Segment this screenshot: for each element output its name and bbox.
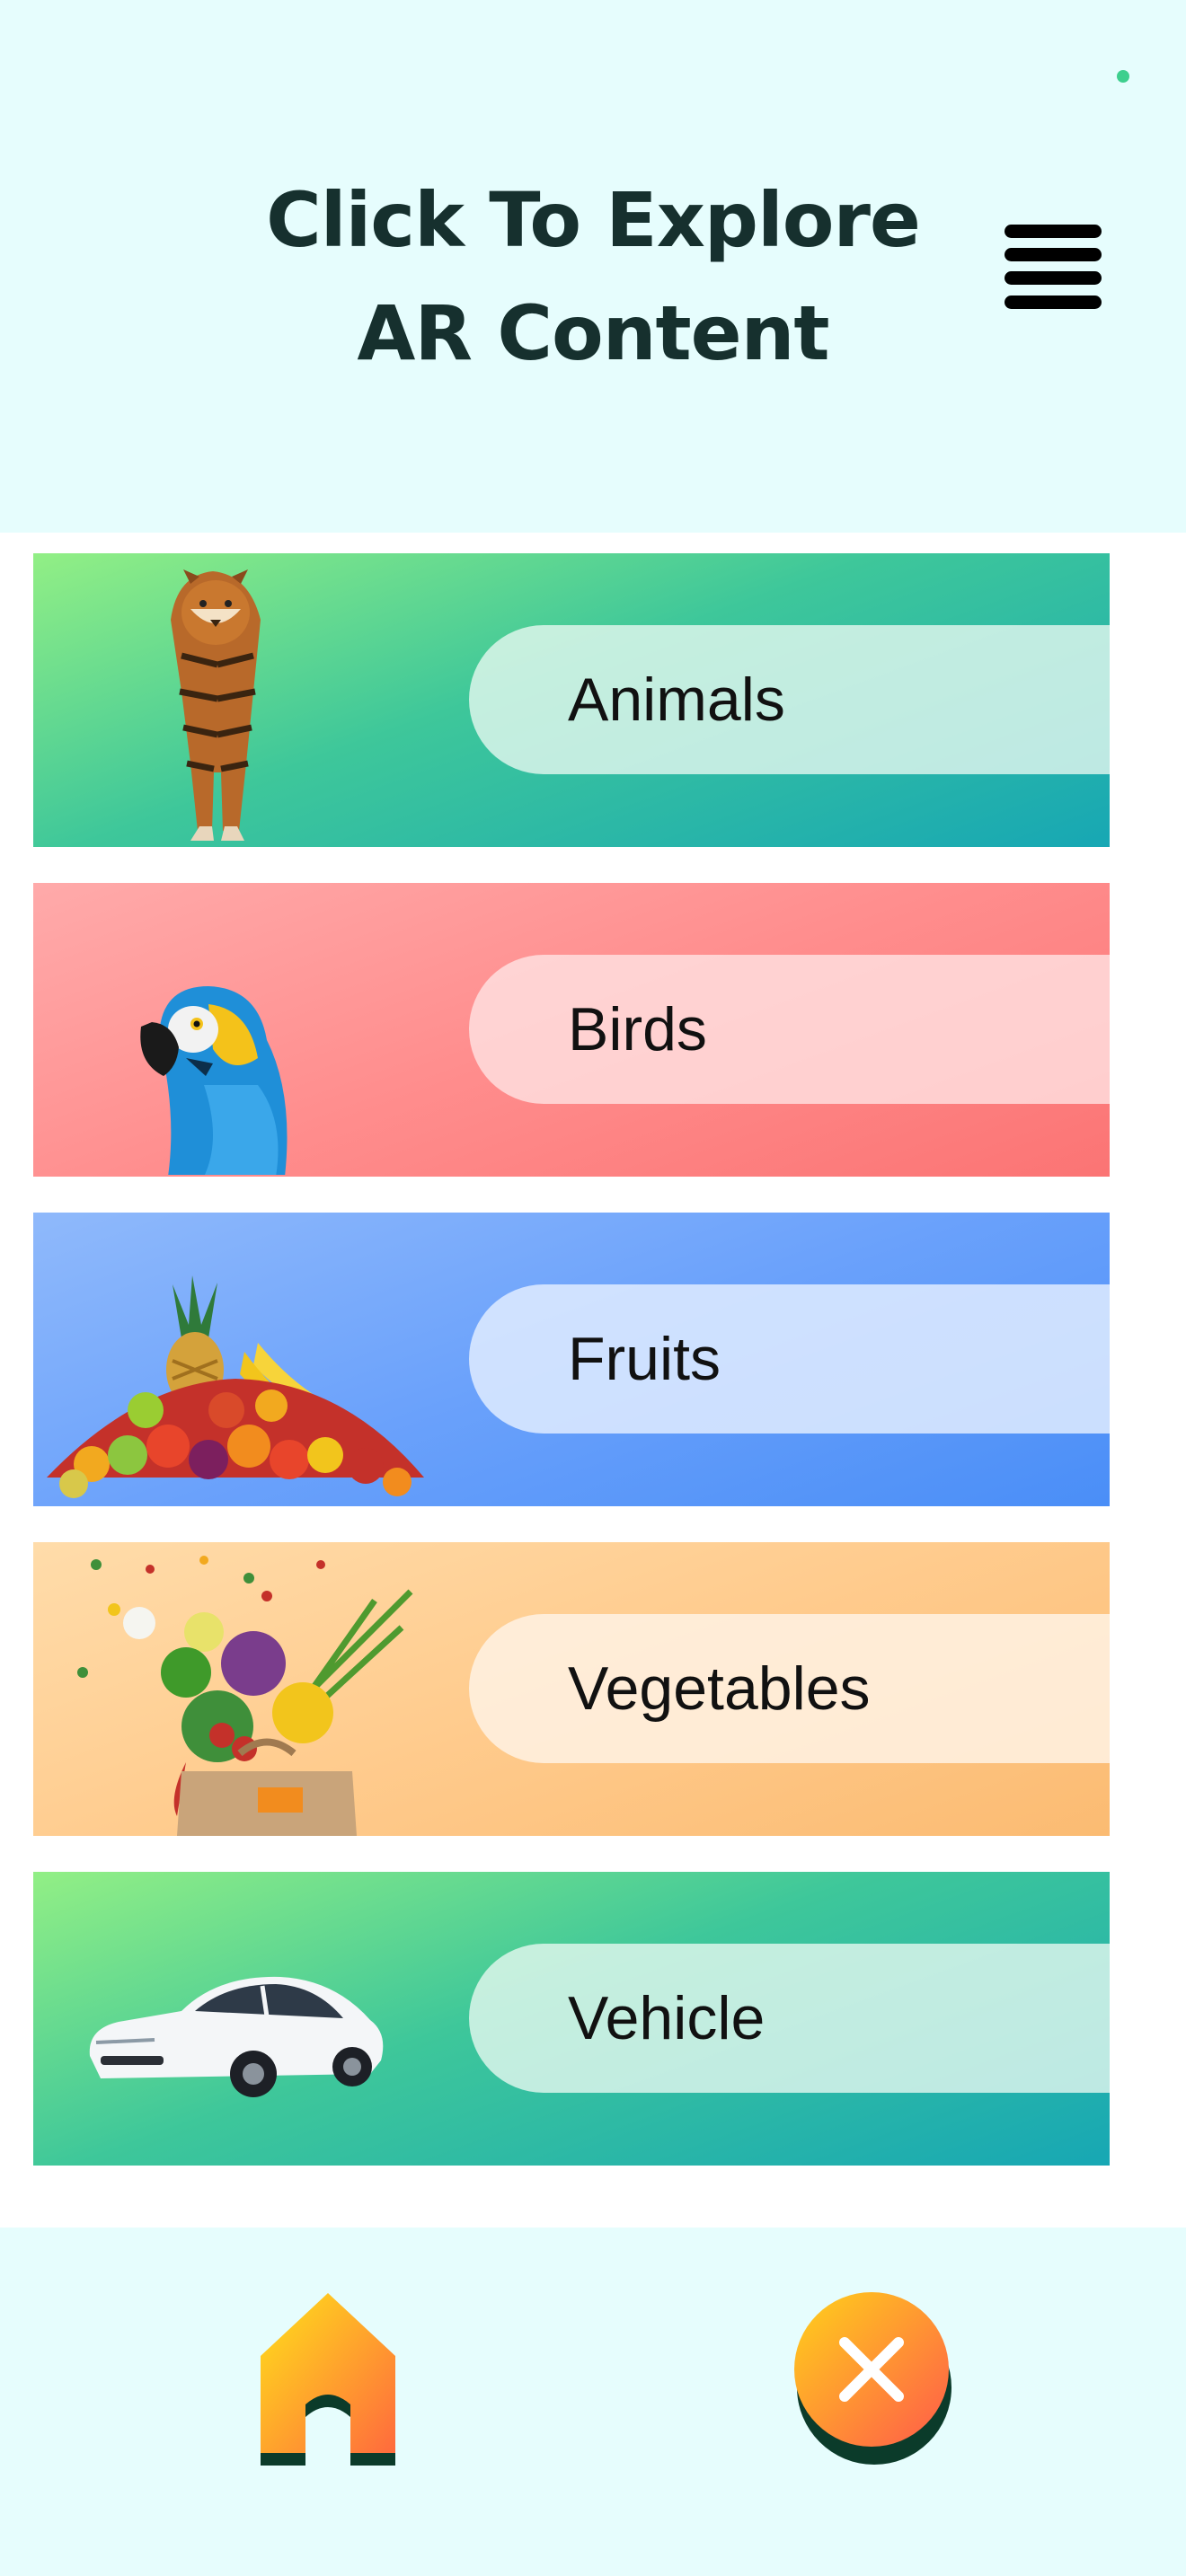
category-label-vehicle: Vehicle [469, 1944, 1110, 2093]
category-label-fruits: Fruits [469, 1284, 1110, 1434]
close-icon [794, 2292, 951, 2465]
category-card-birds[interactable]: Birds [33, 883, 1110, 1177]
category-card-fruits[interactable]: Fruits [33, 1213, 1110, 1506]
vegetable-bag-image [77, 1556, 413, 1836]
category-label-vegetables: Vegetables [469, 1614, 1110, 1763]
home-icon [261, 2293, 395, 2466]
fruit-pile-image [47, 1275, 424, 1498]
category-card-vehicle[interactable]: Vehicle [33, 1872, 1110, 2166]
category-card-animals[interactable]: Animals [33, 553, 1110, 847]
app-header: Click To Explore AR Content [0, 0, 1186, 533]
category-label-birds: Birds [469, 955, 1110, 1104]
close-button[interactable] [789, 2281, 960, 2470]
title-line-1: Click To Explore [266, 176, 921, 264]
home-button[interactable] [252, 2286, 404, 2466]
category-card-vegetables[interactable]: Vegetables [33, 1542, 1110, 1836]
category-label-animals: Animals [469, 625, 1110, 774]
menu-button[interactable] [999, 219, 1107, 327]
tiger-image [171, 569, 261, 841]
car-image [89, 1976, 384, 2097]
title-line-2: AR Content [357, 289, 829, 377]
bottom-nav-bar [0, 2228, 1186, 2576]
status-indicator-dot [1117, 70, 1129, 83]
page-title: Click To Explore AR Content [216, 163, 970, 390]
parrot-image [140, 986, 288, 1175]
